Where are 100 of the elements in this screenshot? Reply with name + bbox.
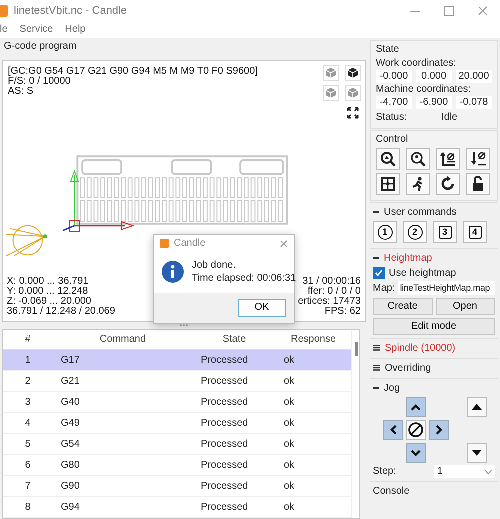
table-row[interactable]: 8 G94 Processed ok xyxy=(3,497,351,518)
table-cell-text: Processed xyxy=(200,376,250,386)
section-title[interactable]: Heightmap xyxy=(384,252,432,264)
control-button[interactable] xyxy=(376,173,400,195)
table-cell-text: ok xyxy=(283,396,296,408)
step-dropdown[interactable]: 1 xyxy=(434,465,495,478)
lines-icon[interactable] xyxy=(373,345,380,351)
table-row[interactable]: 4 G49 Processed ok xyxy=(3,413,351,434)
scrollbar-thumb[interactable] xyxy=(355,342,358,356)
stats-line: ertices: 17473 xyxy=(298,297,361,308)
chevron-down-icon xyxy=(485,470,492,474)
control-button[interactable] xyxy=(376,148,400,170)
control-icon xyxy=(440,176,456,192)
user-command-button[interactable]: 3 xyxy=(433,221,457,243)
table-cell-text: Processed xyxy=(200,418,250,428)
table-row[interactable]: 5 G54 Processed ok xyxy=(3,434,351,455)
checkbox-label[interactable]: Use heightmap xyxy=(389,268,456,278)
heightmap-button[interactable]: Edit mode xyxy=(373,318,495,335)
jog-button[interactable] xyxy=(406,443,426,463)
section-title[interactable]: User commands xyxy=(384,206,457,218)
checkbox[interactable] xyxy=(373,267,385,279)
field-label: Step: xyxy=(373,466,396,477)
bounds-line: Y: 0.000 ... 12.248 xyxy=(7,287,88,298)
jog-button[interactable] xyxy=(429,420,449,440)
table-cell-text: 6 xyxy=(24,460,32,470)
dialog-message: Job done. xyxy=(192,258,237,272)
table-cell-text: Processed xyxy=(200,354,250,366)
section-title[interactable]: Spindle (10000) xyxy=(385,342,456,354)
jog-button[interactable] xyxy=(467,397,487,417)
jog-button[interactable] xyxy=(406,397,426,417)
stats-line: ffer: 0 / 0 / 0 xyxy=(308,287,361,298)
heightmap-button[interactable]: Open xyxy=(436,298,495,315)
table-cell-text: 4 xyxy=(24,418,32,428)
jog-button[interactable] xyxy=(383,420,403,440)
field-label: Machine coordinates: xyxy=(376,84,472,95)
triangle-down-icon xyxy=(472,450,482,456)
bounds-line: Z: -0.069 ... 20.000 xyxy=(7,297,92,308)
expand-arrows-icon xyxy=(347,106,359,119)
group-title: Control xyxy=(376,134,410,145)
info-line: AS: S xyxy=(8,86,35,97)
heightmap-button[interactable]: Create xyxy=(373,298,432,315)
control-icon xyxy=(440,151,456,167)
user-command-button[interactable]: 2 xyxy=(403,221,427,243)
table-cell-text: Processed xyxy=(200,480,250,492)
column-header[interactable]: Response xyxy=(276,334,351,345)
table-row[interactable]: 7 G90 Processed ok xyxy=(3,476,351,497)
gcode-viewer[interactable] xyxy=(2,60,366,322)
table-cell-text: ok xyxy=(283,354,296,366)
maximize-icon xyxy=(444,6,454,16)
chevron-down-icon xyxy=(411,450,421,456)
triangle-up-icon xyxy=(472,404,482,410)
section-title[interactable]: Console xyxy=(373,486,410,496)
menu-item[interactable]: Service xyxy=(20,24,54,34)
column-header[interactable]: Command xyxy=(53,334,193,345)
control-icon xyxy=(410,151,426,167)
field-label: Work coordinates: xyxy=(376,58,458,69)
cube-icon xyxy=(326,68,336,78)
column-header[interactable]: # xyxy=(3,334,53,345)
splitter-handle[interactable] xyxy=(179,324,189,328)
table-row[interactable]: 1 G17 Processed ok xyxy=(3,350,351,371)
control-button[interactable] xyxy=(436,173,460,195)
table-cell-text: G21 xyxy=(60,376,81,386)
coordinate-field: 0.000 xyxy=(416,70,452,83)
control-icon xyxy=(470,151,486,167)
column-header[interactable]: State xyxy=(193,334,276,345)
section-title[interactable]: Jog xyxy=(384,382,400,394)
control-icon xyxy=(380,176,396,192)
control-button[interactable] xyxy=(406,148,430,170)
table-row[interactable]: 6 G80 Processed ok xyxy=(3,455,351,476)
user-command-button[interactable]: 4 xyxy=(463,221,487,243)
dialog-message: Time elapsed: 00:06:31 xyxy=(192,272,296,285)
control-button[interactable] xyxy=(436,148,460,170)
close-icon[interactable] xyxy=(280,240,288,248)
map-field[interactable]: lineTestHeightMap.map xyxy=(398,281,495,295)
control-button[interactable] xyxy=(466,148,490,170)
menu-item[interactable]: Help xyxy=(65,24,86,34)
table-cell-text: ok xyxy=(283,418,296,428)
table-cell-text: G54 xyxy=(60,438,81,450)
section-title[interactable]: Overriding xyxy=(385,362,432,374)
table-cell-text: 1 xyxy=(24,354,32,366)
user-command-button[interactable]: 1 xyxy=(373,221,397,243)
stop-button[interactable] xyxy=(406,420,426,440)
table-cell-text: G49 xyxy=(60,418,81,428)
control-button[interactable] xyxy=(466,173,490,195)
cube-icon xyxy=(348,88,358,98)
table-row[interactable]: 2 G21 Processed ok xyxy=(3,371,351,392)
coordinate-field: -0.078 xyxy=(456,96,492,109)
table-row[interactable]: 3 G40 Processed ok xyxy=(3,392,351,413)
control-icon xyxy=(380,151,396,167)
menu-item[interactable]: le xyxy=(0,24,8,34)
dialog-title: Candle xyxy=(174,238,207,250)
table-cell-text: 8 xyxy=(24,502,32,512)
view-button[interactable] xyxy=(345,64,361,81)
table-cell-text: G94 xyxy=(60,502,81,512)
ok-button[interactable]: OK xyxy=(238,298,286,317)
control-button[interactable] xyxy=(406,173,430,195)
field-label: Map: xyxy=(373,282,396,294)
jog-button[interactable] xyxy=(467,443,487,463)
lines-icon[interactable] xyxy=(373,365,380,371)
coordinate-field: -0.000 xyxy=(376,70,412,83)
